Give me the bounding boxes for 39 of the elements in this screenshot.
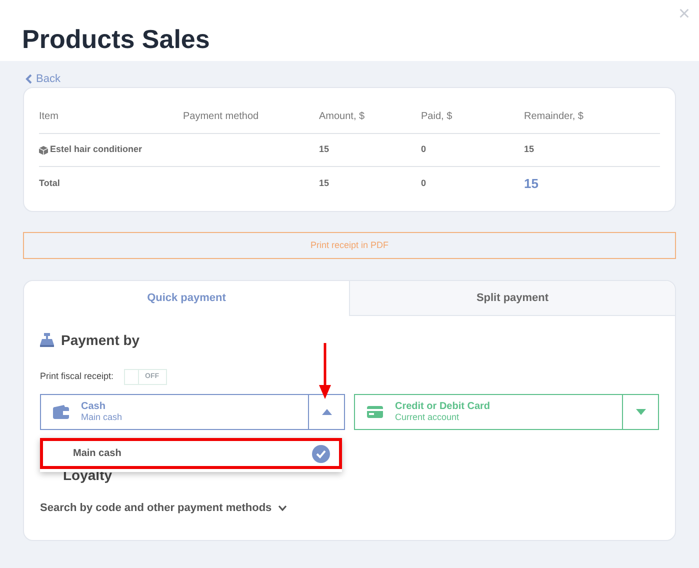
method-title: Credit or Debit Card (395, 401, 490, 412)
column-header: Paid, $ (421, 111, 452, 122)
table-cell-text: Total (39, 177, 60, 190)
cash-register-icon (40, 333, 54, 347)
column-header: Remainder, $ (524, 111, 584, 122)
payment-method-select[interactable]: Cash Main cash (40, 394, 345, 430)
table-cell-text: Estel hair conditioner (50, 143, 142, 156)
chevron-down-icon (278, 505, 287, 512)
section-heading: Payment by (61, 333, 140, 347)
table-cell-text: 15 (524, 143, 534, 156)
print-receipt-button[interactable]: Print receipt in PDF (23, 232, 676, 259)
tab[interactable]: Split payment (349, 281, 675, 316)
check-circle-icon (312, 444, 330, 462)
method-subtitle: Main cash (81, 412, 122, 423)
table-cell-text: 15 (319, 143, 330, 156)
method-title: Cash (81, 401, 106, 412)
section-heading: Loyalty (63, 468, 114, 482)
method-subtitle: Current account (395, 412, 460, 423)
box-icon (39, 146, 48, 154)
table-cell-text: 0 (421, 177, 426, 190)
card-icon (367, 406, 383, 418)
column-header: Item (39, 111, 58, 122)
dropdown-option[interactable]: Main cash (40, 438, 342, 469)
table-cell-text: 0 (421, 143, 426, 156)
page-title: Products Sales (22, 26, 210, 52)
close-button[interactable]: × (678, 4, 690, 24)
back-link[interactable]: Back (25, 72, 676, 86)
column-header: Payment method (183, 111, 259, 122)
payment-method-select[interactable]: Credit or Debit Card Current account (354, 394, 659, 430)
pointer-arrow (319, 343, 331, 399)
column-header: Amount, $ (319, 111, 365, 122)
table-cell-text: 15 (524, 175, 538, 194)
chevron-left-icon (25, 74, 32, 84)
search-methods-link[interactable]: Search by code and other payment methods (40, 500, 287, 516)
caret-down-icon (636, 409, 646, 415)
table-cell-text: 15 (319, 177, 330, 190)
caret-up-icon (322, 409, 332, 415)
fiscal-receipt-label: Print fiscal receipt: (40, 370, 114, 384)
wallet-icon (53, 405, 69, 419)
